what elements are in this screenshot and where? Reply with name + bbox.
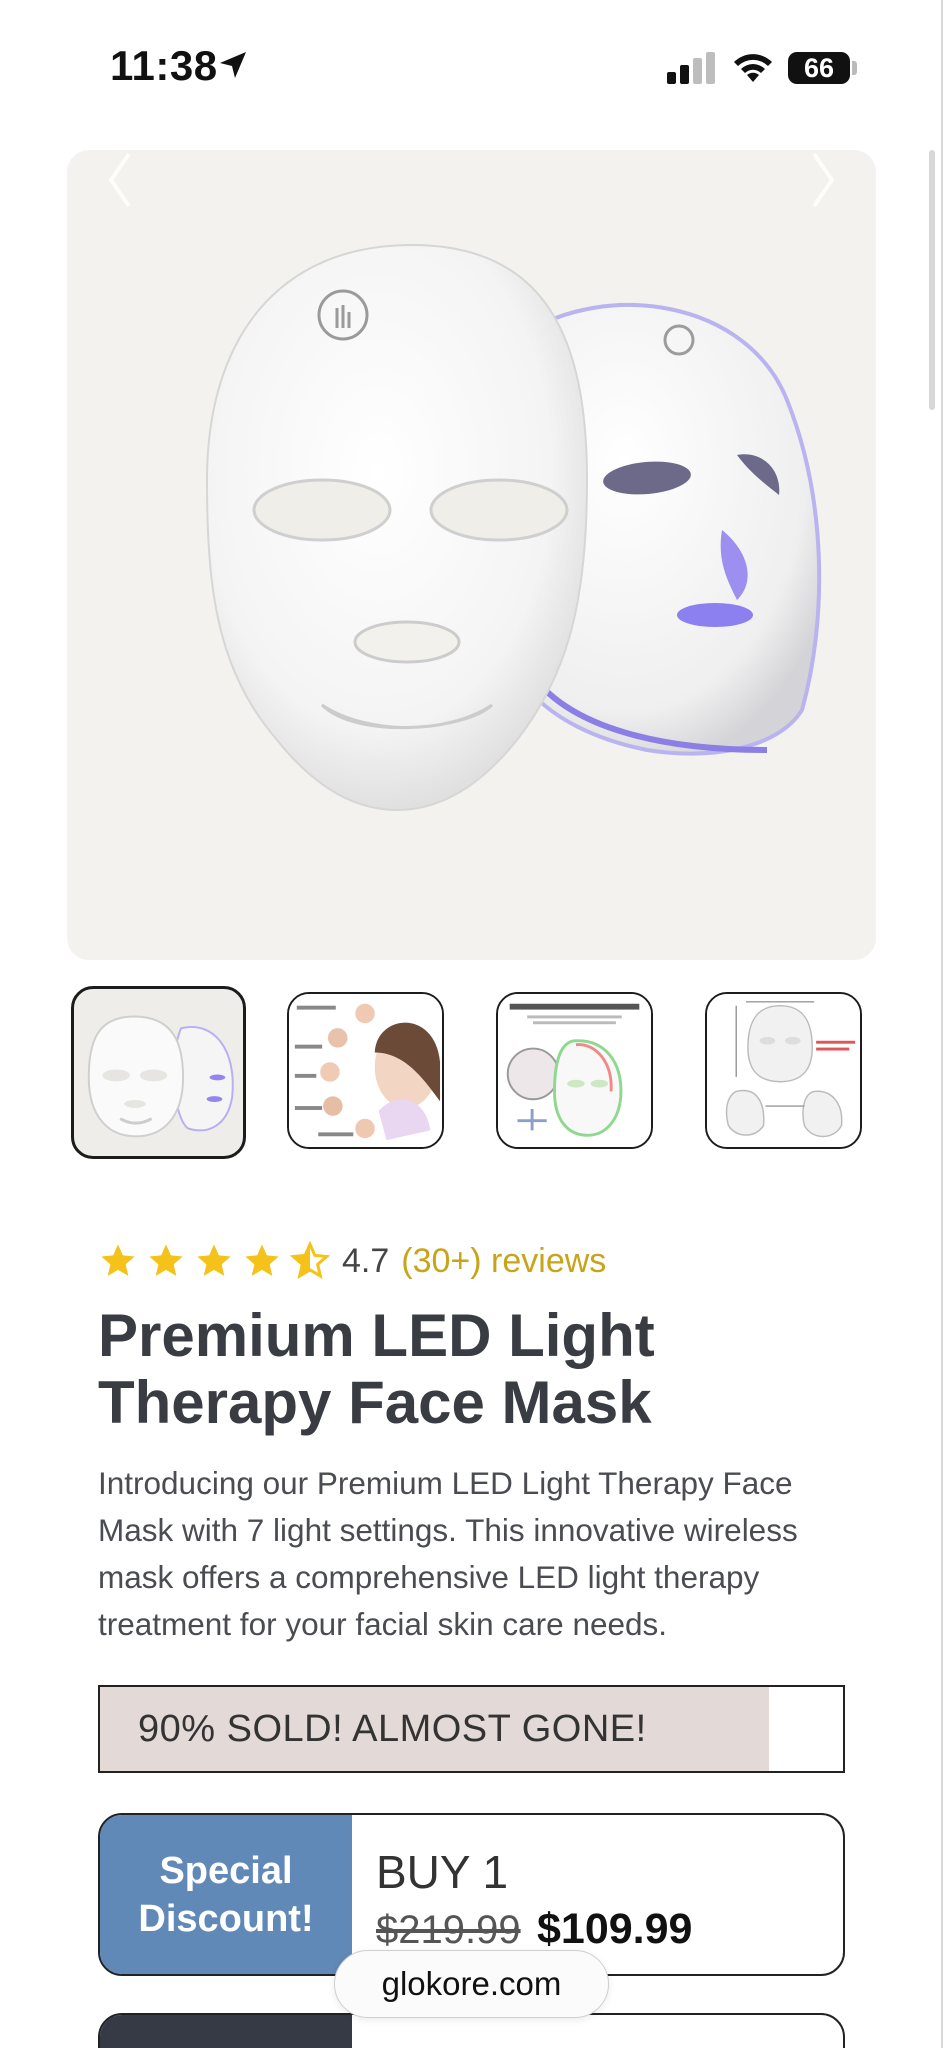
star-full-icon <box>197 1244 231 1276</box>
thumbnail-dimensions[interactable] <box>705 992 862 1149</box>
offer-new-price: $109.99 <box>537 1905 693 1953</box>
product-title: Premium LED Light Therapy Face Mask <box>98 1302 655 1436</box>
offer-badge-dark <box>100 2015 352 2048</box>
star-full-icon <box>149 1244 183 1276</box>
star-full-icon <box>245 1244 279 1276</box>
product-description: Introducing our Premium LED Light Therap… <box>98 1465 798 1642</box>
scrollbar[interactable] <box>929 150 935 410</box>
star-half-icon <box>290 1241 330 1280</box>
reviews-link[interactable]: (30+) reviews <box>401 1242 606 1281</box>
cellular-signal-icon <box>667 52 715 84</box>
product-rating[interactable]: 4.7 (30+) reviews <box>98 1236 606 1286</box>
gallery-next-arrow-icon[interactable] <box>808 150 838 210</box>
offer-option-next[interactable] <box>98 2013 845 2048</box>
thumbnail-skin-benefits[interactable] <box>287 992 444 1149</box>
gallery-prev-arrow-icon[interactable] <box>105 150 135 210</box>
thumbnail-mask-image <box>87 1015 234 1138</box>
offer-old-price: $219.99 <box>376 1908 521 1952</box>
star-full-icon <box>101 1244 135 1276</box>
wifi-icon <box>734 54 772 82</box>
battery-tip <box>852 61 857 75</box>
product-hero-image[interactable] <box>67 150 876 960</box>
thumbnail-dimensions-image <box>707 994 860 1147</box>
thumbnail-lightweight-image <box>498 994 651 1147</box>
thumbnail-benefits-image <box>289 994 442 1147</box>
offer-badge-line1: Special <box>159 1850 293 1892</box>
face-mask-illustration <box>205 243 822 812</box>
stock-progress-bar: 90% SOLD! ALMOST GONE! <box>98 1685 845 1773</box>
stock-progress-label: 90% SOLD! ALMOST GONE! <box>138 1708 647 1750</box>
status-bar: 11:38 66 <box>0 0 943 140</box>
location-arrow-icon <box>220 52 246 78</box>
offer-badge-line2: Discount! <box>138 1898 314 1940</box>
status-time: 11:38 <box>110 42 218 89</box>
thumbnail-lightweight-comfortable[interactable] <box>496 992 653 1149</box>
offer-badge: Special Discount! <box>100 1815 352 1974</box>
thumbnail-mask-front-side[interactable] <box>71 986 246 1159</box>
offer-title: BUY 1 <box>376 1846 509 1898</box>
browser-url-pill[interactable]: glokore.com <box>334 1950 609 2018</box>
battery-level: 66 <box>803 53 835 83</box>
rating-value: 4.7 <box>342 1241 390 1280</box>
